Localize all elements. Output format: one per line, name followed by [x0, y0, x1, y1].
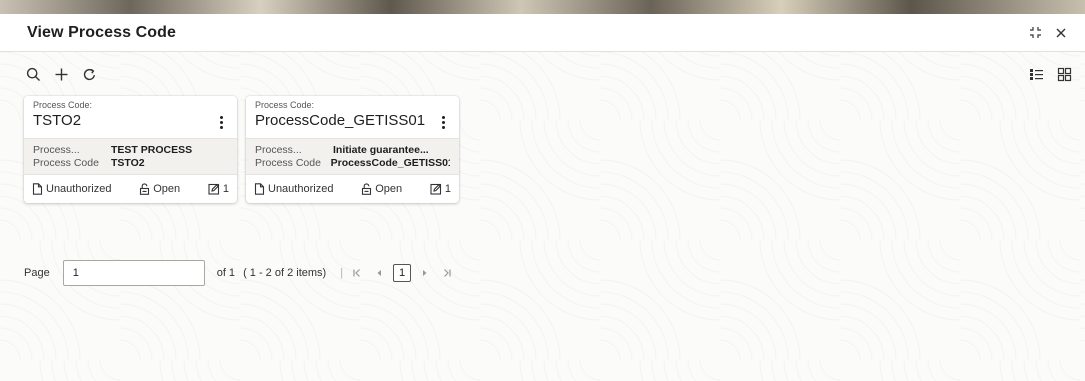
- card-row-key: Process...: [33, 144, 80, 156]
- view-toggle: [1027, 65, 1073, 83]
- title-bar: View Process Code: [0, 14, 1085, 52]
- status-badge: Unauthorized: [32, 183, 111, 195]
- page-number-input[interactable]: [62, 260, 205, 286]
- card-row: Process Code TSTO2: [33, 157, 228, 170]
- next-page-icon[interactable]: [417, 265, 433, 281]
- previous-page-icon[interactable]: [371, 265, 387, 281]
- status-text: Unauthorized: [268, 183, 334, 195]
- lock-text: Open: [375, 183, 403, 195]
- last-page-icon[interactable]: [439, 265, 455, 281]
- refresh-icon[interactable]: [80, 65, 98, 83]
- status-text: Unauthorized: [46, 183, 112, 195]
- card-row-value: Initiate guarantee...: [333, 144, 429, 156]
- toolbar-actions: [24, 65, 98, 83]
- card-row: Process Code ProcessCode_GETISS01: [255, 157, 450, 170]
- item-range: ( 1 - 2 of 2 items): [243, 267, 327, 279]
- search-icon[interactable]: [24, 65, 42, 83]
- page-label: Page: [24, 267, 50, 279]
- card-header-value: ProcessCode_GETISS01: [255, 112, 426, 129]
- list-view-icon[interactable]: [1027, 65, 1045, 83]
- close-icon[interactable]: [1053, 25, 1069, 41]
- edit-count: 1: [208, 183, 229, 195]
- edit-icon: [208, 183, 219, 195]
- edit-count-text: 1: [222, 183, 229, 195]
- page-total: of 1: [216, 267, 236, 279]
- card-details: Process... Initiate guarantee... Process…: [246, 138, 459, 175]
- card-row: Process... TEST PROCESS: [33, 144, 228, 157]
- current-page-button[interactable]: 1: [393, 264, 412, 282]
- card-row-value: TSTO2: [111, 157, 145, 169]
- card-row-key: Process Code: [255, 157, 321, 169]
- card-row-key: Process Code: [33, 157, 99, 169]
- process-code-window: View Process Code Process Code: TSTO2 Pr…: [0, 14, 1085, 381]
- card-row-key: Process...: [255, 144, 302, 156]
- lock-status: Open: [361, 183, 402, 195]
- collapse-arrows-icon[interactable]: [1027, 25, 1043, 41]
- page-title: View Process Code: [27, 23, 177, 41]
- card-details: Process... TEST PROCESS Process Code TST…: [24, 138, 237, 175]
- pager-separator: |: [340, 267, 344, 279]
- more-options-icon[interactable]: [213, 113, 229, 131]
- card-header-label: Process Code:: [33, 100, 93, 110]
- card-header: Process Code: TSTO2: [24, 96, 237, 138]
- lock-text: Open: [153, 183, 181, 195]
- lock-status: Open: [139, 183, 180, 195]
- card-footer: Unauthorized Open 1: [24, 175, 237, 203]
- pagination: Page of 1 ( 1 - 2 of 2 items) | 1: [24, 260, 455, 286]
- edit-icon: [430, 183, 441, 195]
- process-code-card[interactable]: Process Code: ProcessCode_GETISS01 Proce…: [246, 96, 459, 203]
- grid-view-icon[interactable]: [1055, 65, 1073, 83]
- top-decoration-strip: [0, 0, 1085, 14]
- unlock-icon: [362, 183, 372, 195]
- process-code-card[interactable]: Process Code: TSTO2 Process... TEST PROC…: [24, 96, 237, 203]
- card-header: Process Code: ProcessCode_GETISS01: [246, 96, 459, 138]
- card-header-value: TSTO2: [33, 112, 82, 129]
- card-header-label: Process Code:: [255, 100, 315, 110]
- plus-icon[interactable]: [52, 65, 70, 83]
- card-row-value: TEST PROCESS: [111, 144, 193, 156]
- unlock-icon: [140, 183, 150, 195]
- edit-count-text: 1: [444, 183, 451, 195]
- card-footer: Unauthorized Open 1: [246, 175, 459, 203]
- window-controls: [1027, 25, 1069, 41]
- edit-count: 1: [430, 183, 451, 195]
- first-page-icon[interactable]: [349, 265, 365, 281]
- more-options-icon[interactable]: [435, 113, 451, 131]
- status-badge: Unauthorized: [254, 183, 333, 195]
- process-code-cards: Process Code: TSTO2 Process... TEST PROC…: [0, 96, 1085, 203]
- card-row-value: ProcessCode_GETISS01: [330, 157, 450, 169]
- card-row: Process... Initiate guarantee...: [255, 144, 450, 157]
- toolbar: [0, 52, 1085, 96]
- document-icon: [32, 183, 43, 195]
- document-icon: [254, 183, 265, 195]
